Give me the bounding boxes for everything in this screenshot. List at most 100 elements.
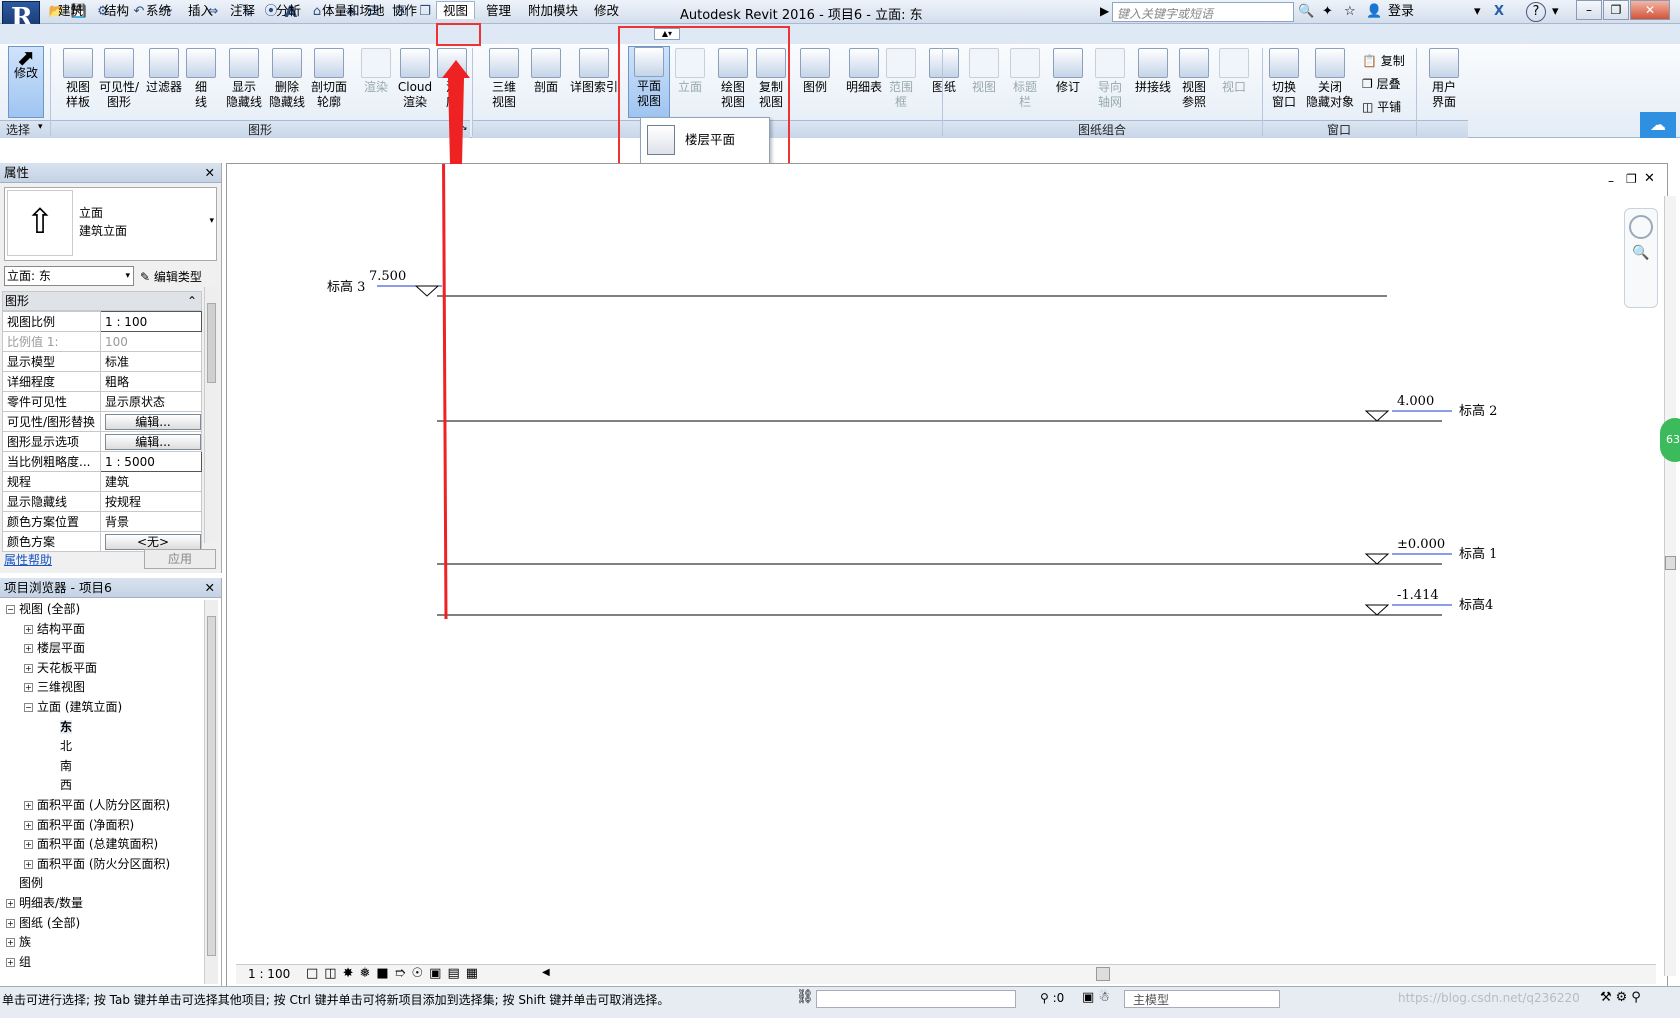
expand-toggle-icon[interactable]: + — [6, 957, 15, 967]
favorites-icon[interactable]: ☆ — [1344, 3, 1356, 21]
level-line[interactable]: ±0.000 标高 1 — [437, 537, 1497, 565]
instance-filter-select[interactable]: 立面: 东 ▾ — [4, 266, 134, 286]
tab-3[interactable]: 插入 — [182, 2, 219, 20]
tab-4[interactable]: 注释 — [224, 2, 261, 20]
property-value[interactable]: 标准 — [100, 351, 202, 372]
expand-toggle-icon[interactable]: + — [24, 624, 33, 634]
browser-node[interactable]: + 图纸 (全部) — [6, 914, 80, 933]
property-value[interactable]: 编辑... — [100, 431, 202, 452]
modify-button[interactable]: ⬈ 修改 — [8, 46, 44, 118]
elevation-view[interactable]: 7.500 标高 3 4.000 标高 2 ±0.000 标高 1 -1.414 标高4 — [227, 63, 1669, 988]
expand-toggle-icon[interactable]: − — [6, 605, 15, 614]
properties-help-link[interactable]: 属性帮助 — [4, 551, 52, 568]
restore-icon[interactable]: ❐ — [1603, 0, 1629, 20]
ribbon-button-22[interactable]: 标题栏 — [1008, 48, 1042, 110]
property-value[interactable]: 编辑... — [100, 411, 202, 432]
view-scale[interactable]: 1 : 100 — [248, 967, 290, 981]
ribbon-button-11[interactable]: 剖面 — [526, 48, 566, 95]
tile-button[interactable]: ◫ 平铺 — [1362, 98, 1401, 115]
property-row[interactable]: 显示隐藏线 按规程 — [2, 491, 202, 512]
browser-node[interactable]: + 面积平面 (净面积) — [24, 816, 134, 835]
expand-toggle-icon[interactable]: + — [24, 644, 33, 654]
graphics-dialog-launcher-icon[interactable]: ↘ — [460, 123, 468, 133]
tab-8[interactable]: 视图 — [436, 1, 476, 19]
ribbon-button-18[interactable]: 明细表 — [838, 48, 890, 95]
browser-node[interactable]: − 立面 (建筑立面) — [24, 698, 122, 717]
ribbon-button-24[interactable]: 导向 轴网 — [1092, 48, 1128, 110]
ribbon-button-20[interactable]: 图纸 — [924, 48, 964, 95]
expand-toggle-icon[interactable]: + — [6, 918, 15, 928]
browser-node[interactable]: 东 — [42, 718, 73, 737]
selection-option-icons[interactable]: ⚒⚙⚲ — [1600, 990, 1645, 1005]
binoculars-icon[interactable]: 🔍 — [1298, 3, 1314, 21]
browser-node[interactable]: + 面积平面 (总建筑面积) — [24, 835, 158, 854]
expand-toggle-icon[interactable]: + — [24, 820, 33, 830]
apply-button[interactable]: 应用 — [144, 549, 216, 569]
tab-6[interactable]: 体量和场地 — [316, 2, 391, 20]
property-row[interactable]: 当比例粗略度... 1 : 5000 — [2, 451, 202, 472]
level-elevation[interactable]: 4.000 — [1397, 394, 1434, 409]
expand-toggle-icon[interactable]: − — [24, 703, 33, 712]
close-icon[interactable]: ✕ — [1630, 0, 1670, 20]
ribbon-button-4[interactable]: 显示 隐藏线 — [224, 48, 264, 110]
browser-node[interactable]: + 面积平面 (人防分区面积) — [24, 796, 170, 815]
help-search-input[interactable]: 键入关键字或短语 — [1112, 2, 1294, 22]
view-control-icons[interactable]: □◫✸❅■➱☉▣▤▦ — [306, 966, 484, 981]
expand-toggle-icon[interactable]: + — [6, 938, 15, 948]
design-option-select[interactable]: 主模型 — [1124, 990, 1280, 1008]
ribbon-button-8[interactable]: Cloud 渲染 — [394, 48, 436, 110]
cloud-sync-icon[interactable]: ☁ — [1640, 112, 1676, 138]
level-line[interactable]: -1.414 标高4 — [437, 588, 1493, 616]
browser-node[interactable]: + 天花板平面 — [24, 659, 97, 678]
ribbon-button-30[interactable]: 用户 界面 — [1424, 48, 1464, 110]
ribbon-button-6[interactable]: 剖切面 轮廓 — [306, 48, 352, 110]
login-dropdown-icon[interactable]: ▾ — [1474, 3, 1481, 21]
help-dropdown-icon[interactable]: ▾ — [1552, 3, 1559, 21]
close-browser-icon[interactable]: ✕ — [205, 578, 215, 598]
browser-node[interactable]: + 面积平面 (防火分区面积) — [24, 855, 170, 874]
ribbon-button-12[interactable]: 详图索引 — [566, 48, 622, 95]
tab-10[interactable]: 附加模块 — [522, 2, 584, 20]
help-icon[interactable]: ? — [1526, 2, 1546, 22]
property-row[interactable]: 可见性/图形替换 编辑... — [2, 411, 202, 432]
browser-node[interactable]: 图例 — [6, 874, 43, 893]
canvas-horizontal-scrollbar[interactable] — [1096, 967, 1110, 981]
property-row[interactable]: 零件可见性 显示原状态 — [2, 391, 202, 412]
hscroll-left-icon[interactable]: ◀ — [542, 967, 550, 978]
browser-node[interactable]: + 组 — [6, 953, 31, 972]
copy-button[interactable]: 📋 复制 — [1362, 52, 1405, 69]
view-restore-icon[interactable]: ❐ — [1626, 172, 1637, 186]
property-row[interactable]: 规程 建筑 — [2, 471, 202, 492]
worksharing-icon[interactable]: ⛓ — [796, 989, 814, 1005]
property-value[interactable]: 按规程 — [100, 491, 202, 512]
zoom-icon[interactable]: 🔍 — [1625, 245, 1657, 261]
expand-toggle-icon[interactable]: + — [24, 801, 33, 810]
ribbon-button-29[interactable]: 关闭 隐藏对象 — [1304, 48, 1356, 110]
level-name[interactable]: 标高 1 — [1459, 546, 1497, 562]
property-value[interactable]: 粗略 — [100, 371, 202, 392]
minimize-icon[interactable]: – — [1576, 0, 1602, 20]
ribbon-button-26[interactable]: 视图 参照 — [1176, 48, 1212, 110]
ribbon-button-5[interactable]: 删除 隐藏线 — [266, 48, 308, 110]
ribbon-button-1[interactable]: 可见性/图形 — [96, 48, 142, 110]
tab-7[interactable]: 协作 — [386, 2, 423, 20]
browser-node[interactable]: 南 — [42, 757, 72, 776]
browser-node[interactable]: + 三维视图 — [24, 678, 85, 697]
browser-scrollbar[interactable] — [204, 600, 218, 984]
level-elevation[interactable]: -1.414 — [1397, 588, 1439, 603]
type-selector[interactable]: ⇧ 立面 建筑立面 ▾ — [4, 187, 217, 261]
close-properties-icon[interactable]: ✕ — [205, 163, 215, 183]
expand-toggle-icon[interactable]: + — [24, 840, 33, 850]
level-elevation[interactable]: ±0.000 — [1397, 537, 1445, 552]
tab-9[interactable]: 管理 — [480, 2, 517, 20]
browser-node[interactable]: 北 — [42, 737, 72, 756]
ribbon-button-17[interactable]: 图例 — [796, 48, 834, 95]
expand-toggle-icon[interactable]: + — [6, 899, 15, 908]
editable-only-icon[interactable]: ▣ ☃ — [1082, 990, 1110, 1005]
tab-5[interactable]: 分析 — [270, 2, 307, 20]
browser-node[interactable]: + 楼层平面 — [24, 639, 85, 658]
ribbon-button-7[interactable]: 渲染 — [358, 48, 394, 95]
cascade-button[interactable]: ❐ 层叠 — [1362, 75, 1401, 92]
browser-node[interactable]: + 族 — [6, 933, 31, 952]
steering-wheel-icon[interactable] — [1629, 215, 1653, 239]
